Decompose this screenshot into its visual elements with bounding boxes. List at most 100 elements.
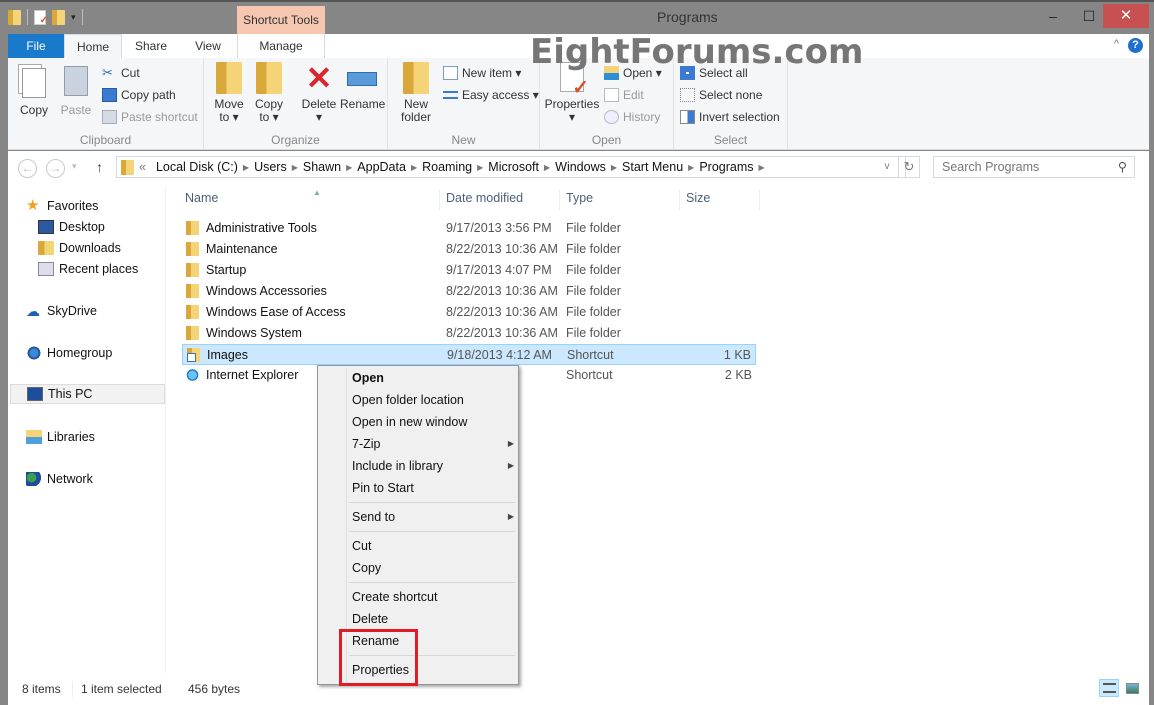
column-name[interactable]: Name ▲ <box>185 188 321 209</box>
tab-home[interactable]: Home <box>64 34 122 58</box>
up-button[interactable]: ↑ <box>96 159 103 175</box>
history-button[interactable]: History <box>604 108 660 126</box>
nav-skydrive-label: SkyDrive <box>47 304 98 318</box>
menu-item-open-new-window[interactable]: Open in new window <box>352 412 512 432</box>
folder-icon[interactable] <box>8 9 21 25</box>
file-row-selected[interactable]: Images 9/18/2013 4:12 AM Shortcut 1 KB <box>182 344 756 365</box>
copy-label: Copy <box>19 103 48 117</box>
new-folder-qat-icon[interactable] <box>52 9 65 25</box>
maximize-button[interactable]: ☐ <box>1072 4 1106 28</box>
invert-selection-button[interactable]: Invert selection <box>680 108 780 126</box>
breadcrumb-item[interactable]: AppData <box>352 160 411 174</box>
menu-item-open[interactable]: Open <box>352 368 512 388</box>
breadcrumb-item[interactable]: Users <box>249 160 292 174</box>
copy-path-button[interactable]: Copy path <box>102 86 176 104</box>
delete-button[interactable]: ✕ Delete ▾ <box>300 62 338 124</box>
menu-item-open-folder-location[interactable]: Open folder location <box>352 390 512 410</box>
tab-view[interactable]: View <box>180 34 236 58</box>
nav-network[interactable]: Network <box>26 469 93 489</box>
move-to-button[interactable]: Move to ▾ <box>212 62 246 124</box>
qat-separator <box>27 9 28 25</box>
nav-skydrive[interactable]: ☁ SkyDrive <box>26 301 97 321</box>
search-input[interactable]: Search Programs ⚲ <box>933 156 1135 178</box>
details-view-icon <box>1103 683 1116 693</box>
properties-qat-icon[interactable]: ✓ <box>34 9 48 26</box>
file-row[interactable]: Startup 9/17/2013 4:07 PM File folder <box>182 260 756 281</box>
file-row[interactable]: Administrative Tools 9/17/2013 3:56 PM Fil… <box>182 218 756 239</box>
details-view-button[interactable] <box>1099 679 1119 697</box>
breadcrumb-item[interactable]: Roaming <box>417 160 477 174</box>
copy-button[interactable]: Copy <box>16 62 52 117</box>
column-divider[interactable] <box>759 189 760 211</box>
forward-button[interactable]: → <box>46 159 65 178</box>
column-size[interactable]: Size <box>686 191 710 209</box>
breadcrumb-item[interactable]: Windows <box>550 160 611 174</box>
breadcrumb-arrow-icon[interactable]: ▶ <box>759 163 765 172</box>
column-divider[interactable] <box>679 189 680 211</box>
column-date-modified[interactable]: Date modified <box>446 191 523 209</box>
column-name-label: Name <box>185 191 219 205</box>
file-row[interactable]: Windows Accessories 8/22/2013 10:36 AM Fil… <box>182 281 756 302</box>
breadcrumb-item[interactable]: Start Menu <box>617 160 688 174</box>
copy-to-button[interactable]: Copy to ▾ <box>252 62 286 124</box>
search-icon[interactable]: ⚲ <box>1118 157 1127 177</box>
file-row[interactable]: Windows Ease of Access 8/22/2013 10:36 AM… <box>182 302 756 323</box>
customize-qat-icon[interactable]: ▾ <box>71 12 76 23</box>
tab-file[interactable]: File <box>8 34 64 58</box>
help-icon[interactable]: ? <box>1128 38 1143 53</box>
cut-button[interactable]: ✂ Cut <box>102 64 140 82</box>
address-bar[interactable]: « Local Disk (C:) ▶ Users ▶ Shawn ▶ AppData… <box>116 156 906 178</box>
breadcrumb-item[interactable]: Shawn <box>298 160 346 174</box>
menu-item-include-library[interactable]: Include in library ▶ <box>352 456 514 476</box>
new-folder-icon <box>403 62 429 94</box>
nav-libraries[interactable]: Libraries <box>26 427 95 447</box>
nav-this-pc[interactable]: This PC <box>10 384 165 404</box>
organize-group: Move to ▾ Copy to ▾ ✕ Delete ▾ Rename Organ… <box>204 58 388 150</box>
menu-item-7zip[interactable]: 7-Zip ▶ <box>352 434 514 454</box>
menu-item-send-to[interactable]: Send to ▶ <box>352 507 514 527</box>
breadcrumb-item[interactable]: Microsoft <box>483 160 544 174</box>
column-divider[interactable] <box>559 189 560 211</box>
nav-homegroup[interactable]: Homegroup <box>26 343 112 363</box>
paste-shortcut-button[interactable]: Paste shortcut <box>102 108 198 126</box>
edit-button[interactable]: Edit <box>604 86 644 104</box>
nav-recent-places[interactable]: Recent places <box>38 259 138 279</box>
organize-group-label: Organize <box>271 133 320 147</box>
easy-access-button[interactable]: Easy access ▾ <box>443 86 539 104</box>
rename-button[interactable]: Rename <box>340 62 385 111</box>
new-folder-button[interactable]: New folder <box>398 62 434 124</box>
menu-item-cut[interactable]: Cut <box>352 536 512 556</box>
breadcrumb-item[interactable]: Local Disk (C:) <box>151 160 243 174</box>
nav-downloads[interactable]: Downloads <box>38 238 121 258</box>
address-dropdown-icon[interactable]: v <box>876 156 898 178</box>
collapse-ribbon-icon[interactable]: ^ <box>1114 38 1119 50</box>
file-row[interactable]: Maintenance 8/22/2013 10:36 AM File folder <box>182 239 756 260</box>
refresh-button[interactable]: ↻ <box>898 156 920 178</box>
menu-item-copy[interactable]: Copy <box>352 558 512 578</box>
close-button[interactable]: ✕ <box>1103 4 1149 28</box>
tab-manage[interactable]: Manage <box>237 34 325 58</box>
minimize-button[interactable]: – <box>1036 4 1070 28</box>
back-button[interactable]: ← <box>18 159 37 178</box>
recent-locations-button[interactable]: ▾ <box>72 161 77 172</box>
large-icons-view-button[interactable] <box>1122 679 1142 697</box>
select-none-button[interactable]: Select none <box>680 86 762 104</box>
breadcrumb-item[interactable]: Programs <box>694 160 758 174</box>
menu-item-delete[interactable]: Delete <box>352 609 512 629</box>
tab-share[interactable]: Share <box>122 34 180 58</box>
menu-item-create-shortcut[interactable]: Create shortcut <box>352 587 512 607</box>
nav-favorites[interactable]: ★ Favorites <box>26 196 98 216</box>
history-icon <box>604 110 619 124</box>
breadcrumb-overflow[interactable]: « <box>134 160 151 174</box>
move-to-label: Move <box>214 97 244 111</box>
menu-separator <box>349 531 515 532</box>
paste-button[interactable]: Paste <box>58 62 94 117</box>
new-item-button[interactable]: New item ▾ <box>443 64 521 82</box>
file-row[interactable]: Windows System 8/22/2013 10:36 AM File fol… <box>182 323 756 344</box>
column-divider[interactable] <box>439 189 440 211</box>
nav-desktop[interactable]: Desktop <box>38 217 105 237</box>
column-type[interactable]: Type <box>566 191 593 209</box>
nav-desktop-label: Desktop <box>59 220 105 234</box>
menu-item-pin-start[interactable]: Pin to Start <box>352 478 512 498</box>
downloads-icon <box>38 241 54 255</box>
